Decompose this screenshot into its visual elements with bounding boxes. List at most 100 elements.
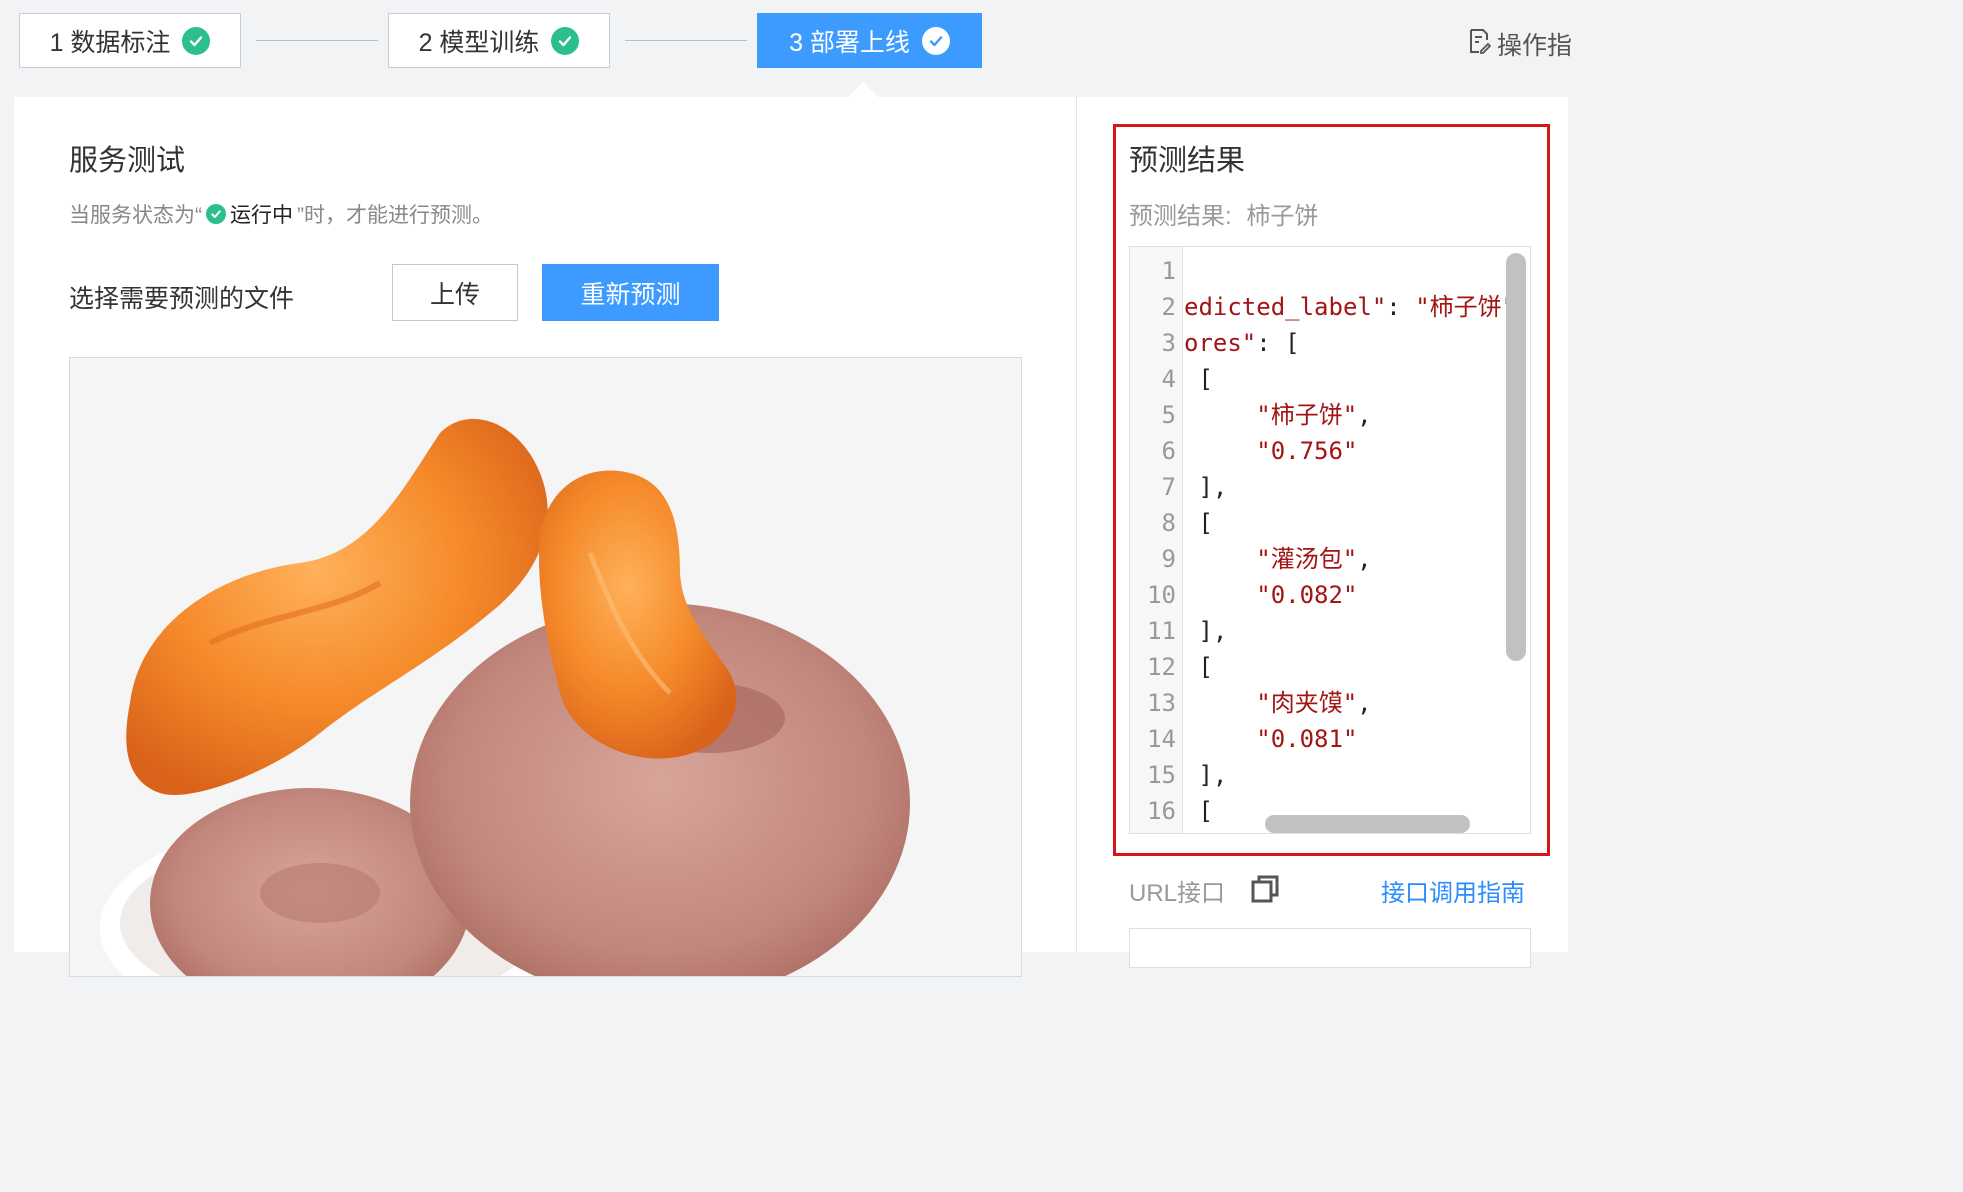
code-token: , [1357,401,1372,429]
section-title: 服务测试 [69,145,186,177]
line-number: 16 [1147,797,1176,825]
step-connector [256,40,378,41]
step-data-annotation[interactable]: 1 数据标注 [19,13,241,68]
line-number: 9 [1161,545,1176,573]
code-text: "0.082" [1184,577,1357,613]
code-text: [ [1184,793,1212,829]
line-number: 1 [1161,257,1176,285]
document-edit-icon [1467,28,1492,61]
line-number: 2 [1161,293,1176,321]
line-number: 13 [1147,689,1176,717]
step-label: 3 部署上线 [789,28,910,57]
vertical-scrollbar[interactable] [1506,253,1526,661]
select-file-label: 选择需要预测的文件 [69,285,295,313]
check-circle-icon [182,26,211,55]
service-test-panel: 服务测试 当服务状态为“ 运行中 ”时，才能进行预测。 选择需要预测的文件 上传… [14,97,1076,977]
line-number: 5 [1161,401,1176,429]
code-text: "灌汤包", [1184,541,1371,577]
horizontal-scrollbar[interactable] [1265,815,1470,833]
code-text: "柿子饼", [1184,397,1372,433]
check-circle-icon [206,204,226,224]
code-string: "0.081" [1256,725,1358,753]
check-circle-icon [921,26,950,55]
code-text: [ [1184,505,1212,541]
code-line: 1 [1130,253,1530,289]
status-note: 当服务状态为“ 运行中 ”时，才能进行预测。 [69,199,493,229]
dried-persimmon-illustration [70,373,1021,976]
step-deploy-online[interactable]: 3 部署上线 [757,13,982,68]
code-line: 2 edicted_label": "柿子饼" [1130,289,1530,325]
code-text: ], [1184,469,1227,505]
api-call-guide-link[interactable]: 接口调用指南 [1381,873,1525,908]
code-string: "肉夹馍" [1256,689,1358,717]
code-token: ], [1184,473,1228,501]
line-number: 14 [1147,725,1176,753]
prediction-result-line: 预测结果: 柿子饼 [1129,196,1318,231]
progress-stepper: 1 数据标注 2 模型训练 3 部署上线 操作指 [0,0,1572,97]
preview-image [69,357,1022,977]
url-interface-label: URL接口 [1129,880,1226,907]
line-number: 4 [1161,365,1176,393]
code-token: ], [1184,617,1228,645]
step-label: 1 数据标注 [49,28,171,57]
code-text: ores": [ [1184,325,1300,361]
code-text: [ [1184,361,1213,397]
step-label: 2 模型训练 [418,28,540,57]
code-text: "肉夹馍", [1184,685,1372,721]
code-line: 4 [ [1130,361,1530,397]
code-token: : [ [1256,329,1300,357]
status-note-suffix: ”时，才能进行预测。 [297,204,493,227]
code-line: 12 [ [1130,649,1530,685]
code-string: ores" [1184,329,1257,357]
active-step-pointer [847,82,879,98]
code-text: "0.756" [1184,433,1357,469]
line-number: 3 [1161,329,1176,357]
code-text: ], [1184,613,1227,649]
step-model-training[interactable]: 2 模型训练 [388,13,610,68]
check-circle-icon [551,26,580,55]
code-token: [ [1184,365,1213,393]
prediction-result-title: 预测结果 [1129,145,1246,177]
code-line: 15 ], [1130,757,1530,793]
code-token: ], [1184,761,1228,789]
code-string: "柿子饼" [1415,293,1517,321]
code-text: "0.081" [1184,721,1357,757]
operation-guide-link[interactable]: 操作指 [1467,26,1572,62]
operation-guide-label: 操作指 [1496,32,1572,60]
code-text: edicted_label": "柿子饼" [1184,289,1516,325]
code-line: 5 "柿子饼", [1130,397,1530,433]
code-string: "0.082" [1256,581,1358,609]
code-token: , [1357,689,1372,717]
code-string: "灌汤包" [1256,545,1358,573]
json-result-viewer[interactable]: 1 2 edicted_label": "柿子饼" 3 ores": [4 [5 "柿子… [1129,246,1531,834]
repredict-button[interactable]: 重新预测 [542,264,719,321]
code-string: "0.756" [1256,437,1358,465]
line-number: 7 [1161,473,1176,501]
code-line: 3 ores": [ [1130,325,1530,361]
code-line: 13 "肉夹馍", [1130,685,1530,721]
copy-icon[interactable] [1249,873,1281,910]
code-string: "柿子饼" [1256,401,1358,429]
code-line: 9 "灌汤包", [1130,541,1530,577]
code-line: 11 ], [1130,613,1530,649]
code-text: [ [1184,649,1212,685]
line-number: 15 [1147,761,1176,789]
prediction-result-value: 柿子饼 [1246,203,1319,230]
code-string: edicted_label" [1184,293,1387,321]
code-line: 14 "0.081" [1130,721,1530,757]
code-line: 7 ], [1130,469,1530,505]
status-running-text: 运行中 [230,204,293,227]
upload-button[interactable]: 上传 [392,264,518,321]
step-connector [625,40,747,41]
prediction-result-prefix: 预测结果: [1129,203,1232,230]
code-line: 6 "0.756" [1130,433,1530,469]
line-number: 6 [1161,437,1176,465]
code-text: ], [1184,757,1227,793]
url-field[interactable] [1129,928,1531,968]
